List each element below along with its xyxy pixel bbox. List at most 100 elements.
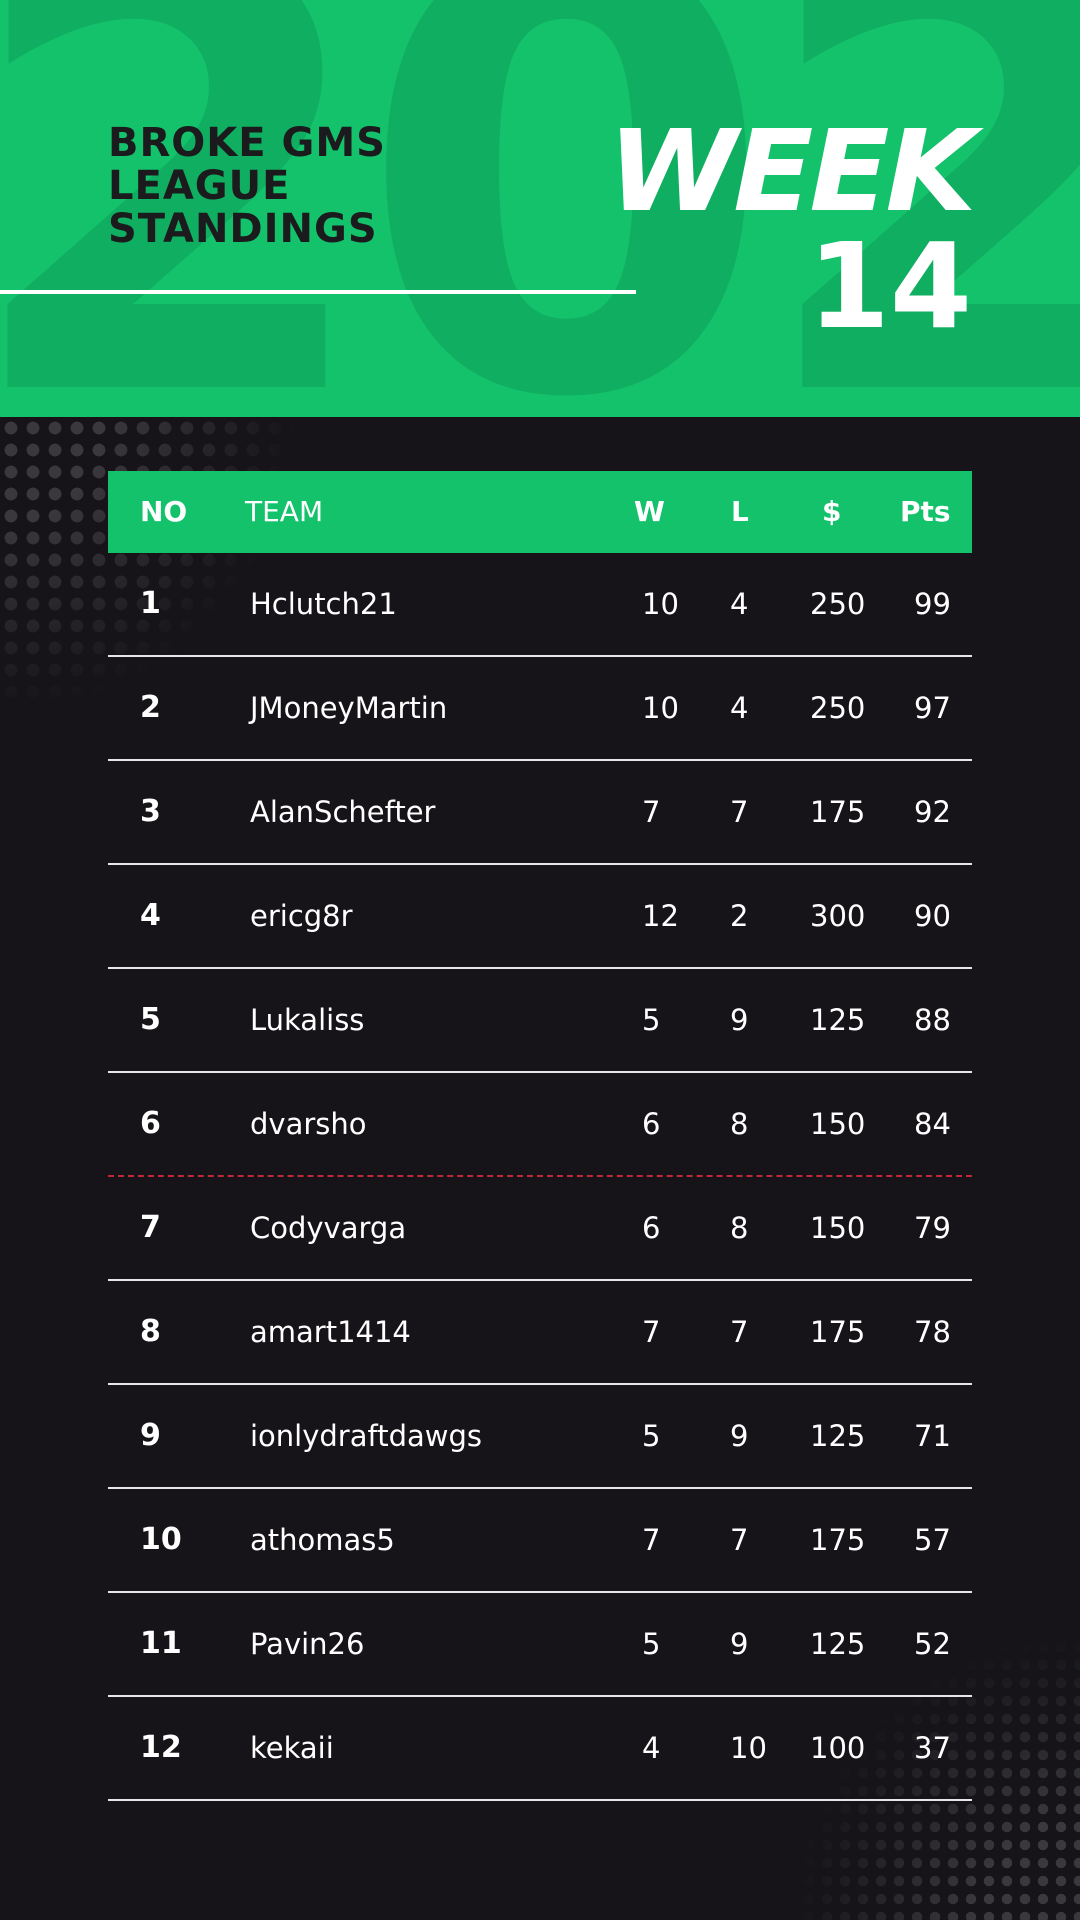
rank-cell: 5 — [140, 1002, 161, 1037]
column-header-money: $ — [822, 495, 842, 528]
column-header-points: Pts — [900, 495, 951, 528]
rank-cell: 6 — [140, 1106, 161, 1141]
team-name-cell: Lukaliss — [250, 1003, 365, 1037]
money-cell: 125 — [810, 1419, 866, 1453]
money-cell: 250 — [810, 691, 866, 725]
losses-cell: 9 — [730, 1627, 749, 1661]
column-header-team: TEAM — [245, 495, 324, 528]
money-cell: 125 — [810, 1003, 866, 1037]
losses-cell: 9 — [730, 1419, 749, 1453]
rank-cell: 2 — [140, 690, 161, 725]
wins-cell: 7 — [642, 795, 661, 829]
money-cell: 100 — [810, 1731, 866, 1765]
team-name-cell: ionlydraftdawgs — [250, 1419, 482, 1453]
points-cell: 84 — [914, 1107, 951, 1141]
wins-cell: 6 — [642, 1211, 661, 1245]
table-row: 6 dvarsho 6 8 150 84 — [108, 1073, 972, 1177]
team-name-cell: AlanSchefter — [250, 795, 436, 829]
points-cell: 97 — [914, 691, 951, 725]
title-line: BROKE GMS — [108, 120, 386, 166]
table-row: 12 kekaii 4 10 100 37 — [108, 1697, 972, 1801]
points-cell: 99 — [914, 587, 951, 621]
table-row: 1 Hclutch21 10 4 250 99 — [108, 553, 972, 657]
rank-cell: 8 — [140, 1314, 161, 1349]
losses-cell: 9 — [730, 1003, 749, 1037]
points-cell: 88 — [914, 1003, 951, 1037]
team-name-cell: JMoneyMartin — [250, 691, 448, 725]
table-row: 10 athomas5 7 7 175 57 — [108, 1489, 972, 1593]
wins-cell: 12 — [642, 899, 679, 933]
header-divider — [0, 290, 636, 294]
table-row: 5 Lukaliss 5 9 125 88 — [108, 969, 972, 1073]
money-cell: 300 — [810, 899, 866, 933]
page-title: BROKE GMS LEAGUE STANDINGS — [108, 122, 386, 251]
losses-cell: 8 — [730, 1211, 749, 1245]
rank-cell: 12 — [140, 1730, 182, 1765]
losses-cell: 7 — [730, 795, 749, 829]
team-name-cell: amart1414 — [250, 1315, 411, 1349]
losses-cell: 7 — [730, 1315, 749, 1349]
wins-cell: 10 — [642, 691, 679, 725]
standings-table: NO TEAM W L $ Pts 1 Hclutch21 10 4 250 99 2 JMo… — [108, 471, 972, 1801]
column-header-losses: L — [731, 495, 749, 528]
losses-cell: 4 — [730, 587, 749, 621]
losses-cell: 4 — [730, 691, 749, 725]
rank-cell: 9 — [140, 1418, 161, 1453]
team-name-cell: Codyvarga — [250, 1211, 407, 1245]
table-row: 2 JMoneyMartin 10 4 250 97 — [108, 657, 972, 761]
week-number: 14 — [807, 217, 972, 355]
money-cell: 125 — [810, 1627, 866, 1661]
losses-cell: 10 — [730, 1731, 767, 1765]
title-line: LEAGUE — [108, 163, 291, 209]
losses-cell: 7 — [730, 1523, 749, 1557]
points-cell: 92 — [914, 795, 951, 829]
money-cell: 150 — [810, 1211, 866, 1245]
table-row: 7 Codyvarga 6 8 150 79 — [108, 1177, 972, 1281]
table-row: 11 Pavin26 5 9 125 52 — [108, 1593, 972, 1697]
table-body: 1 Hclutch21 10 4 250 99 2 JMoneyMartin 10 4 250 97 3… — [108, 553, 972, 1801]
losses-cell: 8 — [730, 1107, 749, 1141]
table-row: 3 AlanSchefter 7 7 175 92 — [108, 761, 972, 865]
team-name-cell: Pavin26 — [250, 1627, 365, 1661]
wins-cell: 5 — [642, 1419, 661, 1453]
wins-cell: 7 — [642, 1523, 661, 1557]
rank-cell: 7 — [140, 1210, 161, 1245]
wins-cell: 7 — [642, 1315, 661, 1349]
team-name-cell: Hclutch21 — [250, 587, 397, 621]
column-header-wins: W — [634, 495, 665, 528]
team-name-cell: ericg8r — [250, 899, 353, 933]
table-row: 4 ericg8r 12 2 300 90 — [108, 865, 972, 969]
title-line: STANDINGS — [108, 206, 378, 252]
points-cell: 52 — [914, 1627, 951, 1661]
header-banner: 2024 BROKE GMS LEAGUE STANDINGS WEEK 14 — [0, 0, 1080, 417]
wins-cell: 4 — [642, 1731, 661, 1765]
rank-cell: 11 — [140, 1626, 182, 1661]
points-cell: 90 — [914, 899, 951, 933]
team-name-cell: kekaii — [250, 1731, 334, 1765]
wins-cell: 6 — [642, 1107, 661, 1141]
points-cell: 57 — [914, 1523, 951, 1557]
team-name-cell: dvarsho — [250, 1107, 367, 1141]
points-cell: 37 — [914, 1731, 951, 1765]
column-header-no: NO — [140, 495, 188, 528]
money-cell: 175 — [810, 1523, 866, 1557]
wins-cell: 10 — [642, 587, 679, 621]
points-cell: 71 — [914, 1419, 951, 1453]
rank-cell: 1 — [140, 586, 161, 621]
rank-cell: 10 — [140, 1522, 182, 1557]
rank-cell: 3 — [140, 794, 161, 829]
rank-cell: 4 — [140, 898, 161, 933]
points-cell: 79 — [914, 1211, 951, 1245]
money-cell: 175 — [810, 795, 866, 829]
team-name-cell: athomas5 — [250, 1523, 395, 1557]
week-label: WEEK — [607, 107, 976, 237]
table-header: NO TEAM W L $ Pts — [108, 471, 972, 553]
wins-cell: 5 — [642, 1003, 661, 1037]
points-cell: 78 — [914, 1315, 951, 1349]
table-row: 8 amart1414 7 7 175 78 — [108, 1281, 972, 1385]
money-cell: 150 — [810, 1107, 866, 1141]
table-row: 9 ionlydraftdawgs 5 9 125 71 — [108, 1385, 972, 1489]
money-cell: 250 — [810, 587, 866, 621]
money-cell: 175 — [810, 1315, 866, 1349]
wins-cell: 5 — [642, 1627, 661, 1661]
